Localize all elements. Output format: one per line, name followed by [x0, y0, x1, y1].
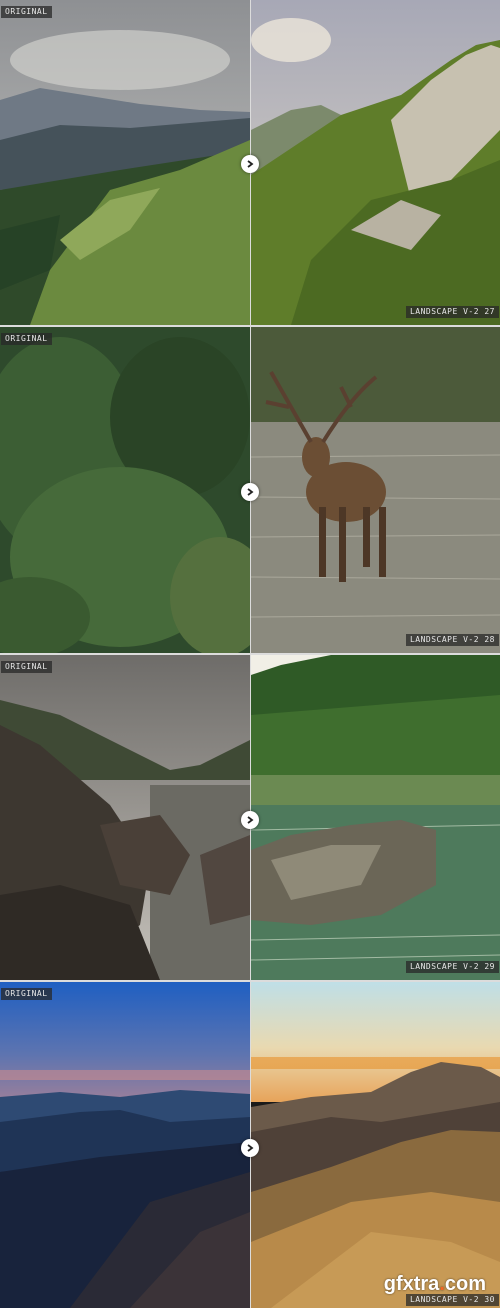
- original-label: ORIGINAL: [1, 988, 52, 1000]
- original-label: ORIGINAL: [1, 333, 52, 345]
- preset-label: LANDSCAPE V-2 28: [405, 634, 499, 646]
- original-image-2: [0, 327, 270, 653]
- preset-image-2: [250, 327, 500, 653]
- chevron-right-icon: [247, 816, 254, 824]
- original-image-3: [0, 655, 250, 980]
- chevron-right-icon: [247, 1144, 254, 1152]
- preset-label: LANDSCAPE V-2 27: [405, 306, 499, 318]
- slider-handle-4[interactable]: [241, 1139, 259, 1157]
- original-image-1: [0, 0, 250, 325]
- slider-handle-1[interactable]: [241, 155, 259, 173]
- comparison-panel-3: ORIGINAL LANDSCAPE V-2 29: [0, 655, 500, 980]
- comparison-panel-4: ORIGINAL LANDSCAPE V-2 30 gfxtra.com: [0, 982, 500, 1308]
- preset-image-1: [251, 0, 500, 325]
- original-label: ORIGINAL: [1, 661, 52, 673]
- slider-handle-3[interactable]: [241, 811, 259, 829]
- preset-label: LANDSCAPE V-2 29: [405, 961, 499, 973]
- original-label: ORIGINAL: [1, 6, 52, 18]
- preset-image-4: [251, 982, 500, 1308]
- preset-image-3: [250, 655, 500, 980]
- watermark: gfxtra.com: [384, 1273, 486, 1296]
- comparison-panel-1: ORIGINAL LANDSCAPE V-2 27: [0, 0, 500, 325]
- original-image-4: [0, 982, 250, 1308]
- chevron-right-icon: [247, 160, 254, 168]
- comparison-panel-2: ORIGINAL LANDSCAPE V-2 28: [0, 327, 500, 653]
- watermark-text-right: com: [444, 1273, 486, 1295]
- slider-handle-2[interactable]: [241, 483, 259, 501]
- chevron-right-icon: [247, 488, 254, 496]
- watermark-text-left: gfxtra: [383, 1273, 440, 1295]
